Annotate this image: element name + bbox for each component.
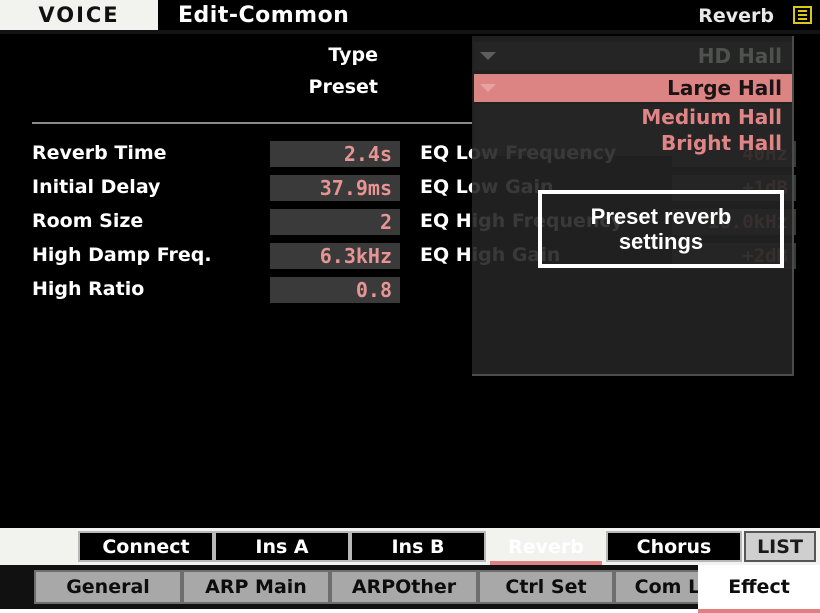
type-value-top: HD Hall (697, 44, 782, 68)
type-label: Type (328, 44, 378, 66)
tab-chorus[interactable]: Chorus (606, 531, 742, 562)
annotation-line-2: settings (618, 229, 704, 254)
preset-select-top[interactable]: Large Hall (474, 74, 792, 102)
tab-ins-a[interactable]: Ins A (214, 531, 350, 562)
param-value-reverb-time[interactable]: 2.4s (270, 141, 400, 167)
chevron-down-icon (480, 84, 496, 92)
annotation-callout: Preset reverb settings (538, 190, 784, 268)
title-bar: VOICE Edit-Common Reverb (0, 0, 820, 30)
tab-connect[interactable]: Connect (78, 531, 214, 562)
lcd-display: VOICE Edit-Common Reverb Type HD Hall Pr… (0, 0, 820, 565)
type-select-top[interactable]: HD Hall (474, 42, 792, 70)
param-label-initial-delay: Initial Delay (32, 176, 161, 198)
page-tab-general[interactable]: General (34, 570, 182, 604)
page-tab-bar: General ARP Main ARPOther Ctrl Set Com L… (0, 565, 820, 613)
param-label-high-damp-freq: High Damp Freq. (32, 244, 212, 266)
mode-label: VOICE (38, 3, 120, 27)
mode-indicator: VOICE (0, 0, 158, 30)
page-tab-arp-main[interactable]: ARP Main (182, 570, 330, 604)
param-label-high-ratio: High Ratio (32, 278, 145, 300)
preset-option-top[interactable]: Medium Hall (474, 104, 792, 130)
list-icon-line (798, 10, 807, 12)
synth-lcd-screenshot: VOICE Edit-Common Reverb Type HD Hall Pr… (0, 0, 820, 613)
list-icon[interactable] (793, 6, 812, 24)
tab-ins-b[interactable]: Ins B (350, 531, 486, 562)
page-tab-arp-other[interactable]: ARPOther (330, 570, 478, 604)
param-value-high-damp-freq[interactable]: 6.3kHz (270, 243, 400, 269)
param-label-reverb-time: Reverb Time (32, 142, 167, 164)
title-divider (0, 30, 820, 34)
chevron-down-icon (480, 52, 496, 60)
tab-reverb[interactable]: Reverb (486, 531, 606, 565)
param-label-eq-low-gain: EQ Low Gain (420, 176, 554, 198)
list-icon-line (798, 14, 807, 16)
list-icon-line (798, 18, 807, 20)
param-value-high-ratio[interactable]: 0.8 (270, 277, 400, 303)
page-tab-ctrl-set[interactable]: Ctrl Set (478, 570, 614, 604)
section-divider (32, 122, 472, 124)
section-label: Reverb (698, 5, 774, 27)
annotation-text: Preset reverb settings (591, 204, 732, 255)
tab-list[interactable]: LIST (744, 531, 816, 562)
param-label-room-size: Room Size (32, 210, 144, 232)
param-value-initial-delay[interactable]: 37.9ms (270, 175, 400, 201)
page-tab-effect[interactable]: Effect (698, 565, 820, 613)
param-value-room-size[interactable]: 2 (270, 209, 400, 235)
annotation-line-1: Preset reverb (590, 203, 732, 229)
preset-value-top: Large Hall (667, 76, 782, 100)
screen-title: Edit-Common (178, 3, 350, 28)
preset-option-top[interactable]: Bright Hall (474, 130, 792, 156)
function-tab-bar: Connect Ins A Ins B Reverb Chorus LIST (0, 528, 820, 565)
preset-label: Preset (308, 76, 378, 98)
